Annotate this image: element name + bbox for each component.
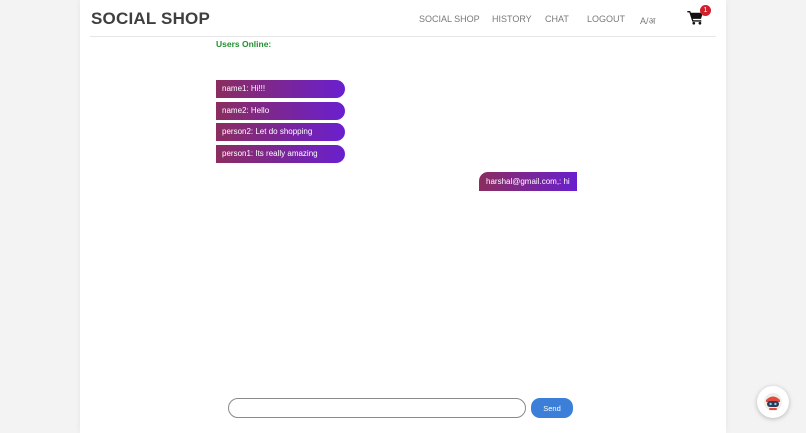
chatbot-icon: [764, 393, 782, 411]
cart-button[interactable]: 1: [687, 5, 711, 28]
brand-logo[interactable]: SOCIAL SHOP: [91, 9, 210, 29]
nav-link-social-shop[interactable]: SOCIAL SHOP: [419, 14, 480, 24]
users-online-label: Users Online:: [216, 39, 272, 49]
message-input[interactable]: [228, 398, 526, 418]
language-toggle[interactable]: A/अ: [640, 14, 655, 27]
nav-link-logout[interactable]: LOGOUT: [587, 14, 625, 24]
own-message-bubble: harshal@gmail.com,: hi: [479, 172, 577, 191]
nav-link-chat[interactable]: CHAT: [545, 14, 569, 24]
send-button[interactable]: Send: [531, 398, 573, 418]
message-bubble: person1: Its really amazing: [216, 144, 345, 163]
chatbot-widget-button[interactable]: [757, 386, 789, 418]
message-bubble: name1: Hi!!!: [216, 80, 345, 98]
nav-link-history[interactable]: HISTORY: [492, 14, 532, 24]
page-container: SOCIAL SHOP SOCIAL SHOP HISTORY CHAT LOG…: [80, 0, 726, 433]
message-list: name1: Hi!!! name2: Hello person2: Let d…: [216, 80, 356, 166]
navbar: SOCIAL SHOP SOCIAL SHOP HISTORY CHAT LOG…: [80, 0, 726, 37]
message-bubble: name2: Hello: [216, 101, 345, 120]
message-bubble: person2: Let do shopping: [216, 123, 345, 141]
cart-count-badge: 1: [700, 5, 711, 16]
navbar-divider: [90, 36, 716, 37]
